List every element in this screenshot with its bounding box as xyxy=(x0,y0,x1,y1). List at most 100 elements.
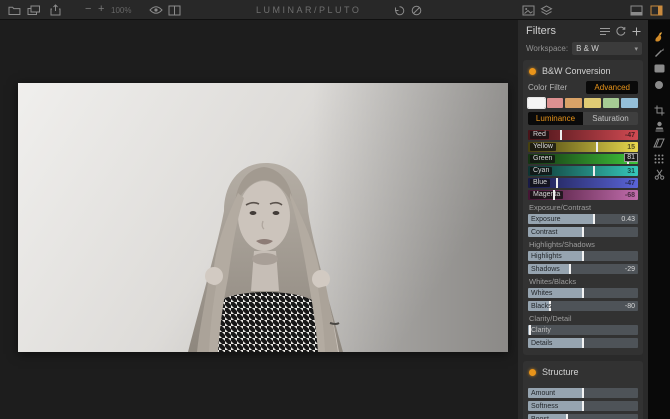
denoise-icon[interactable] xyxy=(652,152,666,165)
color-swatch-blue[interactable] xyxy=(621,98,638,108)
eye-icon[interactable] xyxy=(149,4,163,16)
edited-photo xyxy=(18,83,508,352)
structure-card: Structure Amount Softness Boost xyxy=(523,361,643,419)
slider-thumb[interactable] xyxy=(553,190,555,200)
adjustment-slider[interactable]: Boost xyxy=(528,414,638,419)
slider-label: Cyan xyxy=(530,167,552,175)
slider-thumb[interactable] xyxy=(566,414,568,419)
color-swatch-red[interactable] xyxy=(547,98,564,108)
adjustment-slider[interactable]: Details xyxy=(528,338,638,348)
tab-saturation[interactable]: Saturation xyxy=(583,112,638,125)
slider-label: Blacks xyxy=(531,303,552,310)
slider-thumb[interactable] xyxy=(582,227,584,237)
slider-thumb[interactable] xyxy=(582,401,584,411)
color-sliders: Red -47 Yellow 15 Green 81 Cyan 31 Blue … xyxy=(528,130,638,200)
slider-label: Green xyxy=(530,155,555,163)
slider-group-header: Whites/Blacks xyxy=(529,277,638,286)
slider-value: 15 xyxy=(627,144,635,151)
filter-enabled-toggle[interactable] xyxy=(529,369,536,376)
workspace-label: Workspace: xyxy=(526,44,568,53)
slider-thumb[interactable] xyxy=(582,251,584,261)
zoom-in-button[interactable]: + xyxy=(98,3,104,15)
slider-label: Magenta xyxy=(530,191,563,199)
slider-thumb[interactable] xyxy=(582,388,584,398)
color-swatch-none[interactable] xyxy=(528,98,545,108)
luminance-saturation-tabs: Luminance Saturation xyxy=(528,112,638,125)
swatch-row xyxy=(528,98,638,108)
zoom-out-button[interactable]: − xyxy=(85,3,91,15)
slider-thumb[interactable] xyxy=(560,130,562,140)
stacked-layers-icon[interactable] xyxy=(540,4,553,16)
gradient-mask-icon[interactable] xyxy=(652,62,666,75)
filters-title: Filters xyxy=(526,25,600,37)
slider-thumb[interactable] xyxy=(556,178,558,188)
slider-thumb[interactable] xyxy=(582,338,584,348)
structure-sliders: Amount Softness Boost xyxy=(528,388,638,419)
image-canvas-area xyxy=(0,20,518,419)
slider-thumb[interactable] xyxy=(569,264,571,274)
advanced-button[interactable]: Advanced xyxy=(586,81,638,94)
color-channel-slider[interactable]: Green 81 xyxy=(528,154,638,164)
slider-label: Highlights xyxy=(531,253,562,260)
reset-icon[interactable] xyxy=(616,26,626,36)
scissors-icon[interactable] xyxy=(652,168,666,181)
slider-label: Amount xyxy=(531,390,555,397)
slider-thumb[interactable] xyxy=(596,142,598,152)
adjustment-slider[interactable]: Shadows -29 xyxy=(528,264,638,274)
adjustment-slider[interactable]: Exposure 0.43 xyxy=(528,214,638,224)
adjustment-slider[interactable]: Whites xyxy=(528,288,638,298)
color-channel-slider[interactable]: Blue -47 xyxy=(528,178,638,188)
brush-icon[interactable] xyxy=(652,46,666,59)
slider-thumb[interactable] xyxy=(593,166,595,176)
tools-toolbar xyxy=(648,20,670,419)
clone-stamp-icon[interactable] xyxy=(652,120,666,133)
slider-value: 81 xyxy=(624,153,638,162)
eraser-icon[interactable] xyxy=(652,136,666,149)
color-swatch-yellow[interactable] xyxy=(584,98,601,108)
adjustment-slider[interactable]: Highlights xyxy=(528,251,638,261)
right-panel-icon[interactable] xyxy=(650,4,663,16)
slider-value: -29 xyxy=(625,266,635,273)
slider-value: -68 xyxy=(625,192,635,199)
color-channel-slider[interactable]: Magenta -68 xyxy=(528,190,638,200)
preset-list-icon[interactable] xyxy=(600,27,610,36)
color-channel-slider[interactable]: Red -47 xyxy=(528,130,638,140)
slider-thumb[interactable] xyxy=(593,214,595,224)
discard-icon[interactable] xyxy=(411,4,422,16)
structure-title: Structure xyxy=(542,367,579,377)
adjust-brush-icon[interactable] xyxy=(652,30,666,43)
folder-icon[interactable] xyxy=(8,4,21,16)
zoom-level[interactable]: 100% xyxy=(111,4,131,16)
radial-mask-icon[interactable] xyxy=(652,78,666,91)
crop-icon[interactable] xyxy=(652,104,666,117)
slider-value: 31 xyxy=(627,168,635,175)
compare-split-icon[interactable] xyxy=(168,4,181,16)
bottom-panel-icon[interactable] xyxy=(630,4,643,16)
workspace-dropdown[interactable]: B & W ▾ xyxy=(572,42,642,55)
color-channel-slider[interactable]: Yellow 15 xyxy=(528,142,638,152)
adjustment-slider[interactable]: Clarity xyxy=(528,325,638,335)
color-channel-slider[interactable]: Cyan 31 xyxy=(528,166,638,176)
slider-label: Details xyxy=(531,340,552,347)
app-title: LUMINAR/PLUTO xyxy=(256,5,361,15)
adjustment-slider[interactable]: Softness xyxy=(528,401,638,411)
slider-label: Shadows xyxy=(531,266,560,273)
add-filter-icon[interactable] xyxy=(632,27,641,36)
color-swatch-orange[interactable] xyxy=(565,98,582,108)
undo-icon[interactable] xyxy=(393,4,405,16)
color-swatch-green[interactable] xyxy=(603,98,620,108)
filters-panel-header: Filters xyxy=(518,20,648,40)
slider-value: -80 xyxy=(625,303,635,310)
adjustment-slider[interactable]: Blacks -80 xyxy=(528,301,638,311)
photos-stack-icon[interactable] xyxy=(27,4,41,16)
export-icon[interactable] xyxy=(50,4,61,16)
image-icon[interactable] xyxy=(522,4,535,16)
adjustment-slider[interactable]: Amount xyxy=(528,388,638,398)
slider-value: -47 xyxy=(625,132,635,139)
adjustment-slider[interactable]: Contrast xyxy=(528,227,638,237)
slider-value: -47 xyxy=(625,180,635,187)
tab-luminance[interactable]: Luminance xyxy=(528,112,583,125)
slider-thumb[interactable] xyxy=(582,288,584,298)
slider-label: Yellow xyxy=(530,143,556,151)
filter-enabled-toggle[interactable] xyxy=(529,68,536,75)
